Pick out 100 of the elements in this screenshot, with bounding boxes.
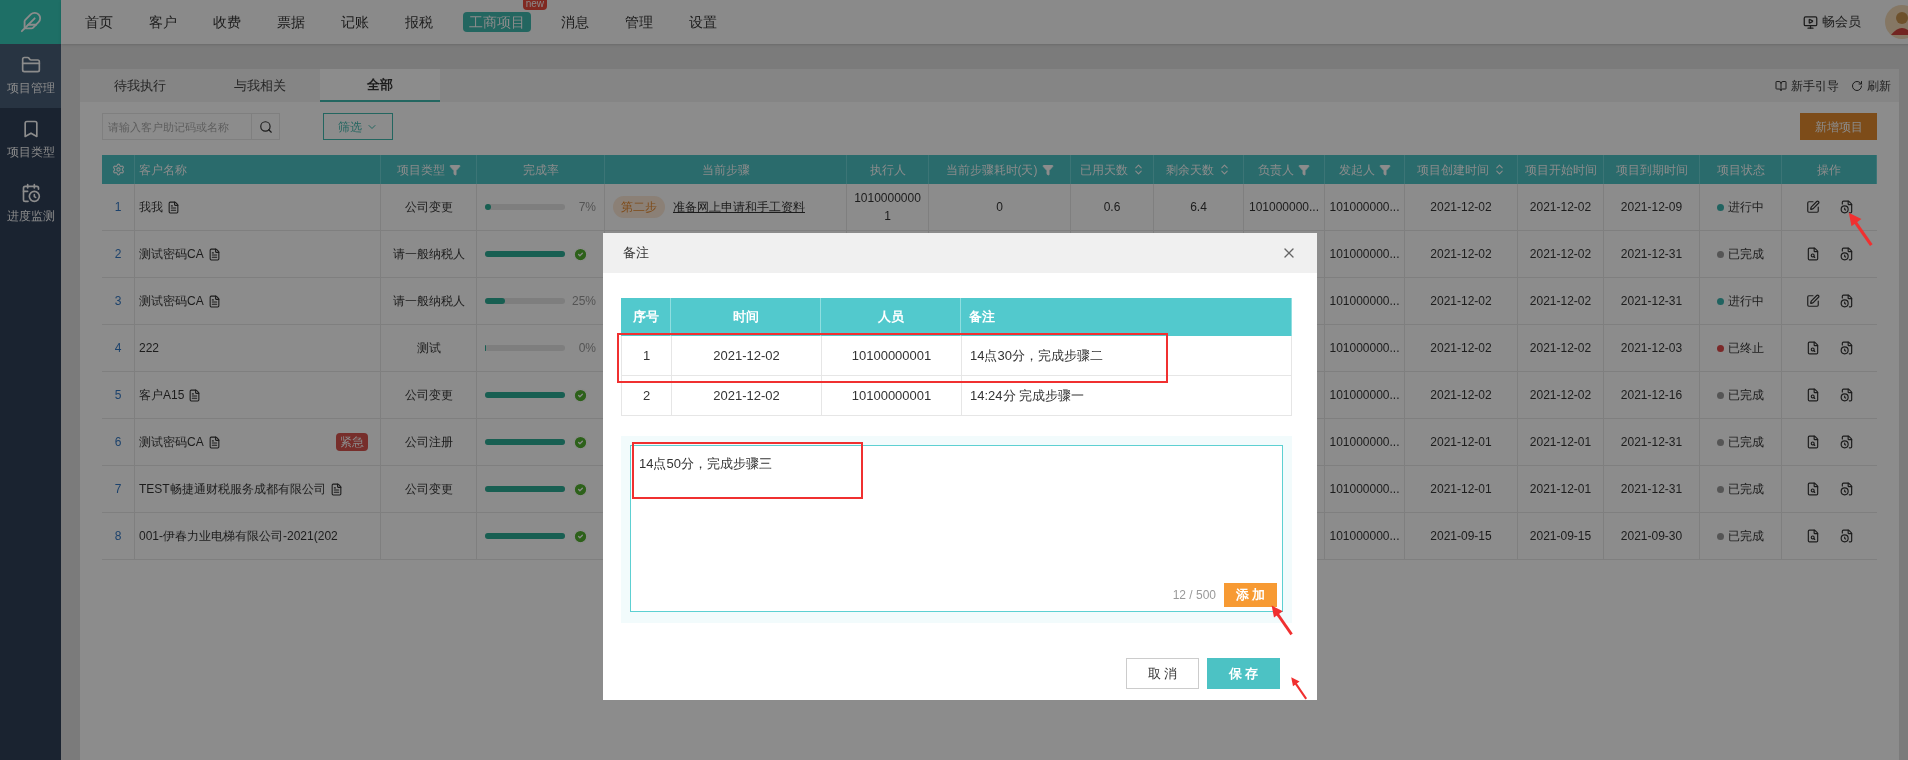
new-badge: new	[522, 0, 547, 10]
table-cell: 2	[102, 231, 135, 277]
file-clock-icon[interactable]	[1839, 482, 1854, 496]
tab[interactable]: 全部	[320, 69, 440, 102]
nav-item[interactable]: 收费	[207, 12, 247, 32]
nav-item[interactable]: 记账	[335, 12, 375, 32]
nav-item[interactable]: 客户	[143, 12, 183, 32]
document-icon[interactable]	[188, 388, 202, 402]
status-label: 已完成	[1728, 387, 1764, 404]
table-cell-text: 14:24分 完成步骤一	[969, 386, 1086, 405]
column-header: 当前步骤耗时(天)	[945, 161, 1038, 179]
table-cell-text: 2021-12-02	[1529, 293, 1592, 310]
table-cell-text: 2021-12-02	[1529, 246, 1592, 263]
column-header: 项目创建时间	[1416, 161, 1489, 179]
file-search-icon[interactable]	[1805, 435, 1820, 449]
file-search-icon[interactable]	[1805, 247, 1820, 261]
table-cell-text: 公司变更	[404, 481, 453, 498]
table-cell-text: 2021-12-02	[1430, 340, 1492, 357]
table-cell-text: 2021-12-02	[1430, 199, 1492, 216]
column-header: 负责人	[1258, 161, 1294, 179]
column-header: 时间	[732, 308, 759, 327]
edit-icon[interactable]	[1805, 200, 1820, 214]
column-header: 项目类型	[396, 161, 445, 179]
table-cell-text: 2021-12-02	[1529, 340, 1592, 357]
file-clock-icon[interactable]	[1839, 341, 1854, 355]
document-icon[interactable]	[329, 482, 343, 496]
column-header: 操作	[1817, 161, 1841, 179]
step-link[interactable]: 准备网上申请和手工资料	[673, 198, 805, 216]
customer-name[interactable]: 测试密码CA	[139, 245, 204, 263]
nav-item[interactable]: 管理	[619, 12, 659, 32]
nav-item[interactable]: 首页	[79, 12, 119, 32]
sidebar-item[interactable]: 进度监测	[0, 172, 61, 236]
customer-name[interactable]: 测试密码CA	[139, 433, 204, 451]
edit-icon[interactable]	[1805, 294, 1820, 308]
video-icon	[1803, 14, 1818, 30]
column-header: 当前步骤	[701, 161, 750, 179]
file-clock-icon[interactable]	[1839, 247, 1854, 261]
table-cell-text: 2021-12-31	[1620, 481, 1683, 498]
table-cell: 3	[102, 278, 135, 324]
customer-name[interactable]: 我我	[139, 198, 163, 216]
table-cell-text: 2021-12-02	[1529, 387, 1592, 404]
table-cell: 2021-12-02	[672, 336, 822, 375]
table-cell-text: 2021-12-09	[1620, 199, 1683, 216]
table-cell-text: 101000000...	[1329, 293, 1400, 310]
document-icon[interactable]	[167, 200, 180, 214]
file-search-icon[interactable]	[1805, 529, 1820, 543]
member-link[interactable]: 畅会员	[1822, 12, 1861, 32]
table-cell-text: 请一般纳税人	[392, 246, 465, 263]
nav-item[interactable]: 报税	[399, 12, 439, 32]
cancel-button[interactable]: 取 消	[1126, 658, 1199, 689]
feather-icon	[19, 11, 42, 33]
step-badge: 第二步	[613, 196, 665, 218]
table-cell: 6	[102, 419, 135, 465]
file-search-icon[interactable]	[1805, 341, 1820, 355]
sidebar-label: 进度监测	[6, 208, 55, 225]
file-clock-icon[interactable]	[1839, 200, 1854, 214]
file-clock-icon[interactable]	[1839, 529, 1854, 543]
column-header: 已用天数	[1079, 161, 1128, 179]
table-cell-text: 101000000...	[1329, 528, 1400, 545]
file-clock-icon[interactable]	[1839, 294, 1854, 308]
nav-item[interactable]: 消息	[555, 12, 595, 32]
file-search-icon[interactable]	[1805, 388, 1820, 402]
document-icon[interactable]	[207, 294, 221, 308]
search-icon	[258, 119, 273, 134]
nav-item[interactable]: 票据	[271, 12, 311, 32]
table-cell: 4	[102, 325, 135, 371]
tab[interactable]: 与我相关	[200, 69, 320, 102]
tab[interactable]: 待我执行	[80, 69, 200, 102]
table-cell: 1	[622, 336, 672, 375]
document-icon[interactable]	[207, 435, 221, 449]
table-cell: 8	[102, 513, 135, 559]
file-clock-icon[interactable]	[1839, 435, 1854, 449]
percent-text: 7%	[578, 199, 596, 216]
document-icon[interactable]	[207, 247, 221, 261]
toolbar-link[interactable]: 新手引导	[1791, 76, 1839, 95]
status-label: 已完成	[1728, 434, 1764, 451]
table-cell-text: 2021-12-16	[1620, 387, 1683, 404]
customer-name[interactable]: 测试密码CA	[139, 292, 204, 310]
file-search-icon[interactable]	[1805, 482, 1820, 496]
table-cell-text: 测试	[416, 340, 441, 357]
customer-name[interactable]: TEST畅捷通财税服务成都有限公司	[139, 480, 326, 498]
customer-name[interactable]: 001-伊春力业电梯有限公司-2021(202	[139, 527, 338, 545]
status-label: 已终止	[1728, 340, 1764, 357]
table-cell-text: 2021-12-02	[1430, 293, 1492, 310]
table-cell-text: 0.6	[1103, 199, 1121, 216]
table-cell-text: 2021-12-31	[1620, 434, 1683, 451]
table-cell-text: 101000000...	[1329, 199, 1400, 216]
customer-name[interactable]: 客户A15	[139, 386, 185, 404]
search-button[interactable]	[252, 113, 280, 140]
customer-name[interactable]: 222	[139, 339, 160, 357]
table-cell-text: 2021-12-01	[1430, 434, 1492, 451]
table-cell-text: 2021-12-02	[1430, 246, 1492, 263]
nav-item[interactable]: 设置	[683, 12, 723, 32]
file-clock-icon[interactable]	[1839, 388, 1854, 402]
toolbar-link[interactable]: 刷新	[1867, 76, 1891, 95]
calendar-clock-icon	[20, 183, 41, 203]
table-cell-text: 2021-12-02	[1430, 387, 1492, 404]
table-cell-text: 请一般纳税人	[392, 293, 465, 310]
sidebar-item[interactable]: 项目类型	[0, 108, 61, 172]
sidebar-item[interactable]: 项目管理	[0, 44, 61, 108]
